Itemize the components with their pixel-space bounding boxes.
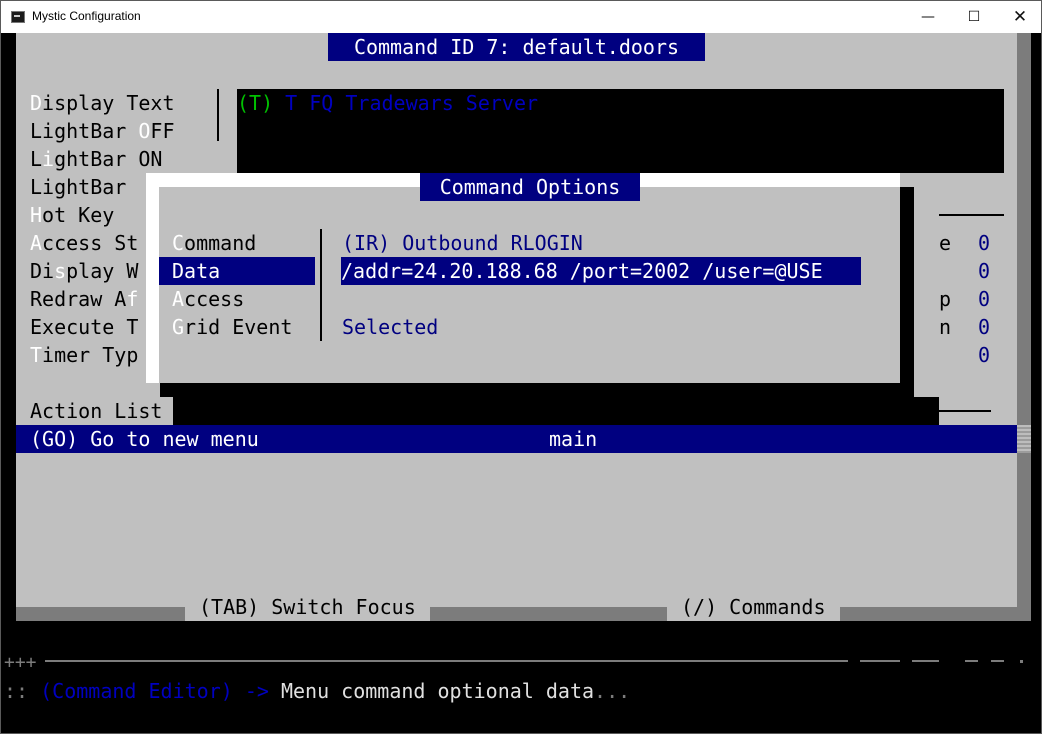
field-label: isplay Text bbox=[42, 91, 175, 115]
right-label: p bbox=[939, 287, 952, 311]
hotkey-letter: C bbox=[172, 231, 185, 255]
field-redraw-after[interactable]: Redraw Af bbox=[30, 285, 138, 313]
right-value[interactable]: 0 bbox=[978, 341, 990, 369]
field-label: imer Typ bbox=[42, 343, 139, 367]
minimize-button[interactable]: — bbox=[905, 1, 951, 33]
display-text-value: (T) T FQ Tradewars Server bbox=[237, 89, 538, 117]
dialog-title: Command Options bbox=[420, 173, 640, 201]
hotkey-letter: A bbox=[30, 231, 43, 255]
divider-dot bbox=[1020, 660, 1023, 663]
option-grid-event[interactable]: Grid Event bbox=[159, 313, 315, 341]
field-lightbar-off[interactable]: LightBar OFF bbox=[30, 117, 175, 145]
field-label: Di bbox=[30, 259, 55, 283]
status-ellipsis: ... bbox=[594, 679, 631, 703]
hotkey-letter: T bbox=[30, 343, 43, 367]
hotkey-letter: f bbox=[126, 287, 139, 311]
field-divider bbox=[217, 89, 219, 141]
dialog-divider bbox=[320, 229, 322, 341]
panel-shadow-right bbox=[1017, 33, 1031, 621]
option-label: ata bbox=[184, 259, 221, 283]
option-data[interactable]: Data bbox=[159, 257, 315, 285]
editor-title: Command ID 7: default.doors bbox=[328, 33, 705, 61]
option-label: ccess bbox=[184, 287, 245, 311]
action-list-label: Action List bbox=[30, 399, 163, 423]
field-lightbar[interactable]: LightBar bbox=[30, 173, 126, 201]
action-list-header bbox=[173, 397, 939, 425]
window-title: Mystic Configuration bbox=[32, 9, 141, 23]
field-label: play W bbox=[66, 259, 139, 283]
display-text-prefix: (T) bbox=[237, 91, 274, 115]
title-bar[interactable]: Mystic Configuration — ☐ ✕ bbox=[1, 1, 1041, 33]
panel-shadow-bottom bbox=[16, 607, 1031, 621]
console-window: Mystic Configuration — ☐ ✕ Command ID 7:… bbox=[0, 0, 1042, 734]
hotkey-letter: G bbox=[172, 315, 185, 339]
option-command[interactable]: Command bbox=[159, 229, 315, 257]
dialog-shadow-bottom bbox=[160, 383, 914, 397]
hotkey-letter: O bbox=[138, 119, 151, 143]
hotkey-letter: H bbox=[30, 203, 43, 227]
field-display-when[interactable]: Display W bbox=[30, 257, 138, 285]
dialog-shadow-right bbox=[900, 187, 914, 397]
status-line: :: (Command Editor) -> Menu command opti… bbox=[4, 677, 630, 705]
switch-focus-hint: (TAB) Switch Focus bbox=[185, 593, 430, 621]
right-value[interactable]: 0 bbox=[978, 229, 990, 257]
field-timer-type[interactable]: Timer Typ bbox=[30, 341, 138, 369]
hotkey-letter: s bbox=[54, 259, 67, 283]
action-data: main bbox=[549, 427, 598, 451]
commands-hint: (/) Commands bbox=[667, 593, 840, 621]
hotkey-letter: D bbox=[172, 259, 185, 283]
field-label: Redraw A bbox=[30, 287, 127, 311]
option-label: ommand bbox=[184, 231, 257, 255]
field-lightbar-on[interactable]: LightBar ON bbox=[30, 145, 162, 173]
data-input[interactable]: /addr=24.20.188.68 /port=2002 /user=@USE bbox=[341, 257, 861, 285]
right-value[interactable]: 0 bbox=[978, 313, 990, 341]
field-label: FF bbox=[150, 119, 175, 143]
section-divider bbox=[939, 410, 991, 412]
hotkey-letter: i bbox=[42, 147, 55, 171]
status-prefix: :: bbox=[4, 679, 41, 703]
section-divider bbox=[939, 214, 1004, 216]
maximize-button[interactable]: ☐ bbox=[951, 1, 997, 33]
field-label: ccess St bbox=[42, 231, 139, 255]
field-execute[interactable]: Execute T bbox=[30, 313, 138, 341]
status-plus: +++ bbox=[4, 652, 37, 673]
field-label: LightBar bbox=[30, 175, 127, 199]
close-button[interactable]: ✕ bbox=[997, 1, 1041, 33]
action-command: (GO) Go to new menu bbox=[30, 427, 259, 451]
right-label: n bbox=[939, 315, 952, 339]
right-label: e bbox=[939, 231, 952, 255]
field-label: ot Key bbox=[42, 203, 115, 227]
hotkey-letter: D bbox=[30, 91, 43, 115]
grid-event-value[interactable]: Selected bbox=[342, 313, 438, 341]
field-display-text[interactable]: Display Text bbox=[30, 89, 175, 117]
right-value[interactable]: 0 bbox=[978, 257, 990, 285]
field-label: ghtBar ON bbox=[54, 147, 163, 171]
right-value[interactable]: 0 bbox=[978, 285, 990, 313]
command-value[interactable]: (IR) Outbound RLOGIN bbox=[342, 229, 583, 257]
status-divider bbox=[45, 660, 1023, 663]
console-app-icon bbox=[11, 11, 25, 23]
scrollbar[interactable] bbox=[1017, 425, 1031, 453]
field-label: LightBar bbox=[30, 119, 139, 143]
status-arrow: -> bbox=[232, 679, 281, 703]
console-area: Command ID 7: default.doors Display Text… bbox=[1, 33, 1041, 733]
field-label: Execute T bbox=[30, 315, 139, 339]
hotkey-letter: A bbox=[172, 287, 185, 311]
display-text-rest: T FQ Tradewars Server bbox=[273, 91, 539, 115]
field-hot-key[interactable]: Hot Key bbox=[30, 201, 114, 229]
option-access[interactable]: Access bbox=[159, 285, 315, 313]
status-context: (Command Editor) bbox=[40, 679, 233, 703]
field-label: L bbox=[30, 147, 43, 171]
field-access[interactable]: Access St bbox=[30, 229, 138, 257]
status-message: Menu command optional data bbox=[280, 679, 595, 703]
option-label: rid Event bbox=[184, 315, 293, 339]
